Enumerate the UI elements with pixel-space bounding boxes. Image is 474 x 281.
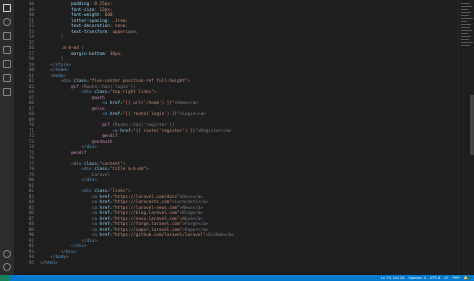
testing-icon[interactable] [3,88,11,96]
end-of-line[interactable]: LF [444,275,448,281]
remote-icon[interactable] [3,74,11,82]
code-line[interactable]: 95 </html> [14,260,458,267]
language-mode[interactable]: PHP [452,275,459,281]
code-text: </html> [40,260,58,267]
cursor-position[interactable]: Ln 73, Col 24 [381,275,405,281]
file-encoding[interactable]: UTF-8 [430,275,440,281]
activity-bar [0,0,14,275]
debug-icon[interactable] [3,46,11,54]
account-icon[interactable] [3,250,11,258]
code-token: html [45,260,56,266]
files-icon[interactable] [3,4,11,12]
search-icon[interactable] [3,18,11,26]
status-bar: Ln 73, Col 24 Spaces: 4 UTF-8 LF PHP 🔔 [0,275,474,281]
line-number: 95 [28,260,34,266]
source-control-icon[interactable] [3,32,11,40]
code-token: > [55,260,59,266]
code-editor[interactable]: 48 padding: 0 25px; 49 font-size: 13px; 50… [14,0,458,275]
gear-icon[interactable] [3,263,11,271]
notifications-icon[interactable]: 🔔 [464,275,468,281]
vertical-scrollbar[interactable] [470,95,474,155]
remote-indicator[interactable] [0,275,10,281]
indentation-spaces[interactable]: Spaces: 4 [408,275,425,281]
extensions-icon[interactable] [3,60,11,68]
